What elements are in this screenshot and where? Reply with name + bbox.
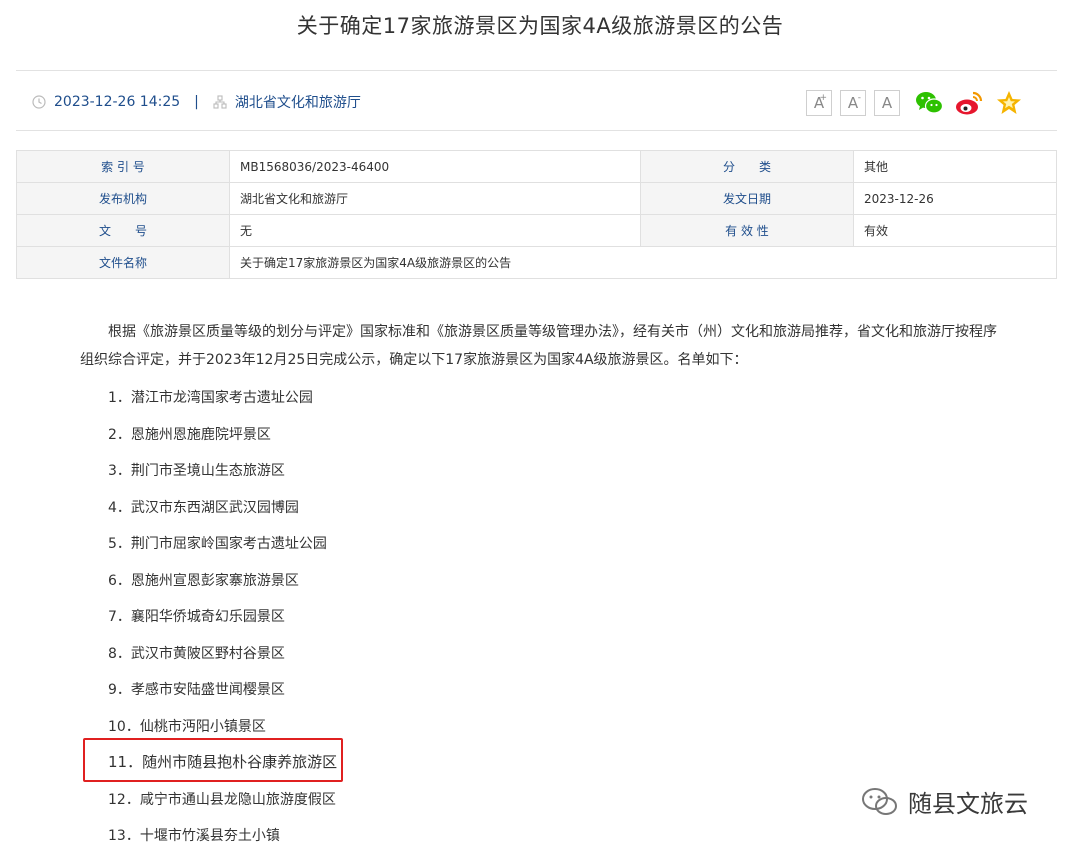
info-row: 发布机构 湖北省文化和旅游厅 发文日期 2023-12-26 xyxy=(16,182,1057,215)
document-info-table: 索 引 号 MB1568036/2023-46400 分 类 其他 发布机构 湖… xyxy=(16,150,1057,279)
font-decrease-label: A xyxy=(847,94,859,112)
organization-icon xyxy=(213,95,227,109)
wechat-watermark-icon xyxy=(862,787,897,815)
index-number-label: 索 引 号 xyxy=(16,150,230,183)
list-item: 13．十堰市竹溪县夯土小镇 xyxy=(108,828,280,844)
list-item: 5．荆门市屈家岭国家考古遗址公园 xyxy=(108,536,327,552)
divider xyxy=(16,130,1057,131)
category-value: 其他 xyxy=(853,150,1057,183)
article-body: 根据《旅游景区质量等级的划分与评定》国家标准和《旅游景区质量等级管理办法》，经有… xyxy=(80,318,1010,374)
meta-bar: 2023-12-26 14:25 | 湖北省文化和旅游厅 xyxy=(32,90,361,114)
info-row: 索 引 号 MB1568036/2023-46400 分 类 其他 xyxy=(16,150,1057,183)
list-item: 3．荆门市圣境山生态旅游区 xyxy=(108,463,285,479)
document-number-value: 无 xyxy=(229,214,641,247)
publish-datetime: 2023-12-26 14:25 xyxy=(54,94,181,110)
toolbar: A + A- A xyxy=(806,88,1024,118)
issue-date-value: 2023-12-26 xyxy=(853,182,1057,215)
file-name-value: 关于确定17家旅游景区为国家4A级旅游景区的公告 xyxy=(229,246,1057,279)
page-title: 关于确定17家旅游景区为国家4A级旅游景区的公告 xyxy=(296,14,784,38)
index-number-value: MB1568036/2023-46400 xyxy=(229,150,641,183)
list-item: 7．襄阳华侨城奇幻乐园景区 xyxy=(108,609,285,625)
meta-separator: | xyxy=(194,94,199,110)
list-item: 1．潜江市龙湾国家考古遗址公园 xyxy=(108,390,313,406)
info-row: 文件名称 关于确定17家旅游景区为国家4A级旅游景区的公告 xyxy=(16,246,1057,279)
publisher-label: 发布机构 xyxy=(16,182,230,215)
publisher-value: 湖北省文化和旅游厅 xyxy=(229,182,641,215)
clock-icon xyxy=(32,95,46,109)
highlight-box xyxy=(83,738,343,782)
list-item: 9．孝感市安陆盛世闻樱景区 xyxy=(108,682,285,698)
wechat-icon[interactable] xyxy=(914,88,944,118)
validity-label: 有 效 性 xyxy=(640,214,854,247)
info-row: 文 号 无 有 效 性 有效 xyxy=(16,214,1057,247)
list-item: 8．武汉市黄陂区野村谷景区 xyxy=(108,646,285,662)
font-increase-button[interactable]: A + xyxy=(806,90,832,116)
font-default-button[interactable]: A xyxy=(874,90,900,116)
font-increase-sup: + xyxy=(819,93,827,103)
watermark-text: 随县文旅云 xyxy=(908,790,1028,818)
file-name-label: 文件名称 xyxy=(16,246,230,279)
divider xyxy=(16,70,1057,71)
favorite-star-icon[interactable] xyxy=(994,88,1024,118)
list-item: 6．恩施州宣恩彭家寨旅游景区 xyxy=(108,573,299,589)
publish-source[interactable]: 湖北省文化和旅游厅 xyxy=(235,92,361,112)
list-item: 12．咸宁市通山县龙隐山旅游度假区 xyxy=(108,792,336,808)
document-number-label: 文 号 xyxy=(16,214,230,247)
list-item: 2．恩施州恩施鹿院坪景区 xyxy=(108,427,271,443)
watermark: 随县文旅云 xyxy=(860,784,1028,819)
validity-value: 有效 xyxy=(853,214,1057,247)
font-default-label: A xyxy=(881,94,893,112)
weibo-icon[interactable] xyxy=(954,88,984,118)
issue-date-label: 发文日期 xyxy=(640,182,854,215)
intro-paragraph: 根据《旅游景区质量等级的划分与评定》国家标准和《旅游景区质量等级管理办法》，经有… xyxy=(80,324,997,368)
list-item: 4．武汉市东西湖区武汉园博园 xyxy=(108,500,299,516)
category-label: 分 类 xyxy=(640,150,854,183)
list-item: 10．仙桃市沔阳小镇景区 xyxy=(108,719,266,735)
font-decrease-button[interactable]: A- xyxy=(840,90,866,116)
font-decrease-sup: - xyxy=(857,93,861,103)
